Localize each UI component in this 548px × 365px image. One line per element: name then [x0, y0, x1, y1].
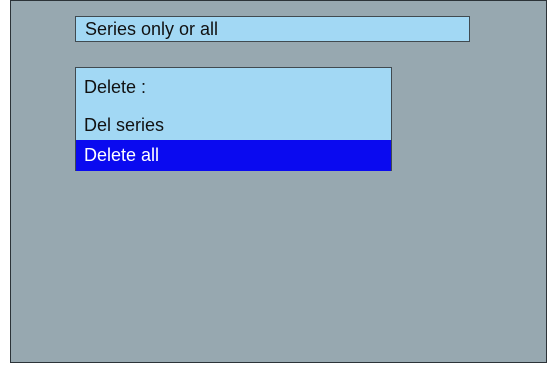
- screen-title: Series only or all: [75, 16, 470, 42]
- device-screen: Series only or all Delete : Del series D…: [10, 0, 547, 363]
- delete-menu: Delete : Del series Delete all: [75, 67, 392, 171]
- menu-item-del-series[interactable]: Del series: [76, 110, 391, 141]
- menu-item-delete-all[interactable]: Delete all: [76, 140, 391, 171]
- menu-header: Delete :: [84, 77, 147, 97]
